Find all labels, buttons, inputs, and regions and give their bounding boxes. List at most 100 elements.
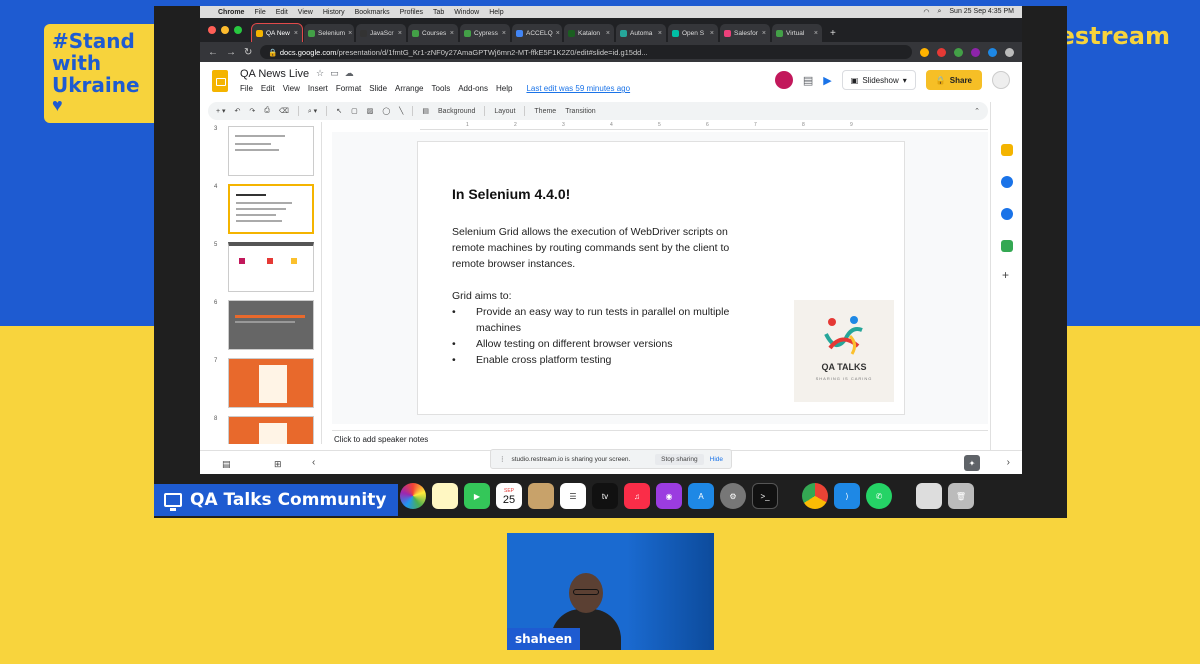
- star-icon[interactable]: ☆: [316, 68, 324, 79]
- slide-thumbnail[interactable]: 6: [214, 300, 314, 350]
- podcasts-icon[interactable]: ◉: [656, 483, 682, 509]
- qa-talks-logo[interactable]: QA TALKS SHARING IS CARING: [794, 300, 894, 402]
- print-icon[interactable]: ⎙: [264, 107, 270, 115]
- contacts-icon[interactable]: [1001, 208, 1013, 220]
- menu-tools[interactable]: Tools: [432, 84, 451, 93]
- menubar-item-bookmarks[interactable]: Bookmarks: [355, 9, 390, 16]
- menu-view[interactable]: View: [283, 84, 300, 93]
- forward-icon[interactable]: →: [226, 47, 236, 58]
- image-icon[interactable]: ▨: [367, 107, 374, 115]
- menubar-clock[interactable]: Sun 25 Sep 4:35 PM: [949, 8, 1014, 16]
- extension-icon[interactable]: [971, 47, 980, 57]
- back-icon[interactable]: ←: [208, 47, 218, 58]
- reload-icon[interactable]: ↻: [244, 47, 252, 58]
- slide-thumbnail[interactable]: 3: [214, 126, 314, 176]
- menu-insert[interactable]: Insert: [308, 84, 328, 93]
- redo-icon[interactable]: ↷: [249, 107, 255, 115]
- close-tab-icon[interactable]: ×: [294, 30, 298, 37]
- paint-format-icon[interactable]: ⌫: [279, 107, 289, 115]
- line-icon[interactable]: ╲: [399, 107, 403, 115]
- profile-avatar[interactable]: [1005, 47, 1014, 57]
- menu-file[interactable]: File: [240, 84, 253, 93]
- menubar-item-file[interactable]: File: [254, 9, 265, 16]
- menubar-item-profiles[interactable]: Profiles: [400, 9, 423, 16]
- slides-logo-icon[interactable]: [212, 70, 228, 92]
- slide-title[interactable]: In Selenium 4.4.0!: [452, 186, 570, 202]
- maps-icon[interactable]: [1001, 240, 1013, 252]
- system-preferences-icon[interactable]: ⚙: [720, 483, 746, 509]
- stop-sharing-button[interactable]: Stop sharing: [655, 453, 704, 465]
- new-tab-button[interactable]: +: [824, 24, 842, 42]
- menubar-app[interactable]: Chrome: [218, 9, 244, 16]
- slide-thumbnail[interactable]: 5: [214, 242, 314, 292]
- minimize-window-icon[interactable]: [221, 26, 229, 34]
- browser-tab[interactable]: Courses ×: [408, 24, 458, 42]
- browser-tab[interactable]: ACCELQ ×: [512, 24, 562, 42]
- background-button[interactable]: Background: [438, 108, 475, 115]
- extension-icon[interactable]: [920, 47, 929, 57]
- current-slide[interactable]: In Selenium 4.4.0! Selenium Grid allows …: [418, 142, 904, 414]
- close-tab-icon[interactable]: ×: [556, 30, 560, 37]
- avatar[interactable]: [992, 71, 1010, 89]
- slideshow-button[interactable]: ▣ Slideshow ▾: [841, 70, 916, 90]
- music-icon[interactable]: ♫: [624, 483, 650, 509]
- close-tab-icon[interactable]: ×: [450, 30, 454, 37]
- theme-button[interactable]: Theme: [534, 108, 556, 115]
- whatsapp-icon[interactable]: ✆: [866, 483, 892, 509]
- calendar-icon[interactable]: SEP 25: [496, 483, 522, 509]
- apple-tv-icon[interactable]: tv: [592, 483, 618, 509]
- address-bar[interactable]: 🔒 docs.google.com /presentation/d/1fmtG_…: [260, 45, 912, 59]
- filmstrip-view-icon[interactable]: ▤: [222, 459, 231, 470]
- trash-icon[interactable]: 🗑: [948, 483, 974, 509]
- textbox-icon[interactable]: ▢: [351, 107, 358, 115]
- chrome-icon[interactable]: [802, 483, 828, 509]
- share-button[interactable]: 🔒 Share: [925, 70, 982, 90]
- record-icon[interactable]: [774, 71, 793, 89]
- undo-icon[interactable]: ↶: [235, 107, 241, 115]
- maximize-window-icon[interactable]: [234, 26, 242, 34]
- keep-icon[interactable]: [1001, 144, 1013, 156]
- drag-handle-icon[interactable]: ⋮: [499, 455, 506, 463]
- search-icon[interactable]: ⌕: [937, 8, 941, 16]
- menu-help[interactable]: Help: [496, 84, 512, 93]
- documents-icon[interactable]: [916, 483, 942, 509]
- menubar-item-window[interactable]: Window: [454, 9, 479, 16]
- cloud-icon[interactable]: ☁: [345, 68, 354, 79]
- reminders-icon[interactable]: ☰: [560, 483, 586, 509]
- extension-icon[interactable]: [988, 47, 997, 57]
- menu-arrange[interactable]: Arrange: [395, 84, 423, 93]
- browser-tab[interactable]: Automa ×: [616, 24, 666, 42]
- browser-tab[interactable]: JavaScr ×: [356, 24, 406, 42]
- facetime-icon[interactable]: ▶: [464, 483, 490, 509]
- meet-icon[interactable]: ▶: [823, 74, 831, 87]
- close-tab-icon[interactable]: ×: [502, 30, 506, 37]
- menu-edit[interactable]: Edit: [261, 84, 275, 93]
- browser-tab[interactable]: QA New ×: [251, 23, 303, 43]
- select-icon[interactable]: ↖: [336, 107, 342, 115]
- slide-thumbnail[interactable]: 8: [214, 416, 314, 444]
- vscode-icon[interactable]: ⟩: [834, 483, 860, 509]
- collapse-icon[interactable]: ‹: [312, 457, 315, 468]
- folder-icon[interactable]: ▭: [330, 68, 339, 79]
- notes-icon[interactable]: [432, 483, 458, 509]
- close-tab-icon[interactable]: ×: [710, 30, 714, 37]
- close-window-icon[interactable]: [208, 26, 216, 34]
- menubar-item-history[interactable]: History: [323, 9, 345, 16]
- speaker-notes-input[interactable]: Click to add speaker notes: [332, 430, 988, 450]
- close-tab-icon[interactable]: ×: [398, 30, 402, 37]
- close-tab-icon[interactable]: ×: [348, 30, 352, 37]
- last-edit-link[interactable]: Last edit was 59 minutes ago: [526, 84, 630, 93]
- extension-icon[interactable]: [937, 47, 946, 57]
- menubar-item-edit[interactable]: Edit: [276, 9, 288, 16]
- slide-thumbnail[interactable]: 7: [214, 358, 314, 408]
- menu-addons[interactable]: Add-ons: [458, 84, 488, 93]
- layout-button[interactable]: Layout: [494, 108, 515, 115]
- zoom-icon[interactable]: ⌕ ▾: [308, 107, 317, 116]
- tasks-icon[interactable]: [1001, 176, 1013, 188]
- add-addon-icon[interactable]: +: [1002, 268, 1009, 282]
- browser-tab[interactable]: Virtual ×: [772, 24, 822, 42]
- hide-button[interactable]: Hide: [710, 456, 723, 463]
- browser-tab[interactable]: Cypress ×: [460, 24, 510, 42]
- transition-button[interactable]: Transition: [565, 108, 595, 115]
- app-store-icon[interactable]: A: [688, 483, 714, 509]
